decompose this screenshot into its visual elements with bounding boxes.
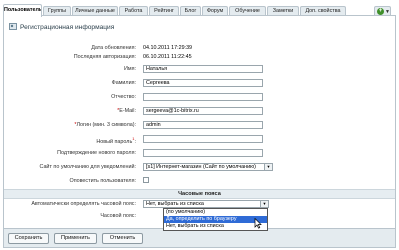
registration-panel: Регистрационная информация Дата обновлен…: [3, 15, 396, 229]
timezone-section-header: Часовые пояса: [4, 189, 395, 199]
last-login-value: 06.10.2011 11:22:45: [143, 54, 192, 60]
user-card-icon: [9, 23, 17, 30]
first-name-label: Имя:: [124, 66, 136, 72]
dropdown-option[interactable]: Нет, выбрать из списка: [164, 223, 267, 230]
last-name-label: Фамилия:: [111, 80, 136, 86]
email-label: *E-Mail:: [117, 108, 136, 114]
dropdown-option[interactable]: (по умолчанию): [164, 209, 267, 216]
auto-timezone-select[interactable]: Нет, выбрать из списка ▼: [143, 200, 269, 208]
save-button[interactable]: Сохранить: [8, 233, 49, 244]
email-field[interactable]: sergeeva@1c-bitrix.ru: [143, 107, 263, 115]
dropdown-option-highlighted[interactable]: Да, определить по браузеру: [164, 216, 267, 223]
apply-button[interactable]: Применить: [54, 233, 97, 244]
notify-site-select[interactable]: [s1] Интернет-магазин (Сайт по умолчанию…: [143, 163, 273, 171]
middle-name-input[interactable]: [143, 93, 263, 101]
timezone-label: Часовой пояс:: [100, 213, 136, 219]
button-bar: Сохранить Применить Отменить: [3, 229, 396, 248]
auto-timezone-value: Нет, выбрать из списка: [146, 201, 204, 207]
notify-site-value: [s1] Интернет-магазин (Сайт по умолчанию…: [146, 164, 256, 170]
panel-title-text: Регистрационная информация: [20, 24, 115, 31]
login-input[interactable]: admin: [143, 121, 263, 129]
timezone-section-title: Часовые пояса: [178, 191, 221, 197]
middle-name-label: Отчество:: [111, 94, 136, 100]
login-label: *Логин (мин. 3 символа):: [74, 122, 136, 128]
cancel-button[interactable]: Отменить: [102, 233, 143, 244]
new-password-label-colon: :: [134, 138, 137, 145]
confirm-password-label: Подтверждение нового пароля:: [57, 150, 136, 156]
updated-value: 04.10.2011 17:29:39: [143, 45, 193, 51]
new-password-input[interactable]: [143, 135, 263, 143]
email-label-text: E-Mail:: [119, 108, 136, 114]
last-name-input[interactable]: Сергеева: [143, 79, 263, 87]
last-login-label: Последняя авторизация:: [73, 54, 136, 60]
new-password-label-text: Новый пароль: [96, 138, 133, 145]
tab-user[interactable]: Пользователь: [3, 4, 42, 17]
chevron-down-icon: ▼: [260, 201, 268, 207]
first-name-input[interactable]: Наталья: [143, 65, 263, 73]
confirm-password-input[interactable]: [143, 149, 263, 157]
mouse-pointer-icon: [254, 218, 262, 229]
auto-timezone-label: Автоматически определять часовой пояс:: [31, 201, 136, 207]
timezone-dropdown-list: (по умолчанию) Да, определить по браузер…: [163, 208, 268, 231]
notify-user-checkbox[interactable]: [143, 177, 149, 183]
notify-site-label: Сайт по умолчанию для уведомлений:: [39, 164, 136, 170]
chevron-down-icon: ▼: [264, 164, 272, 170]
tab-bar: Пользователь Группы Личные данные Работа…: [3, 2, 396, 17]
notify-user-label: Оповестить пользователя:: [69, 178, 137, 184]
panel-title: Регистрационная информация: [9, 23, 114, 31]
add-icon: +: [377, 8, 384, 15]
login-label-text: Логин (мин. 3 символа):: [76, 122, 137, 128]
updated-label: Дата обновления:: [91, 45, 136, 51]
new-password-label: Новый пароль1:: [96, 136, 136, 145]
